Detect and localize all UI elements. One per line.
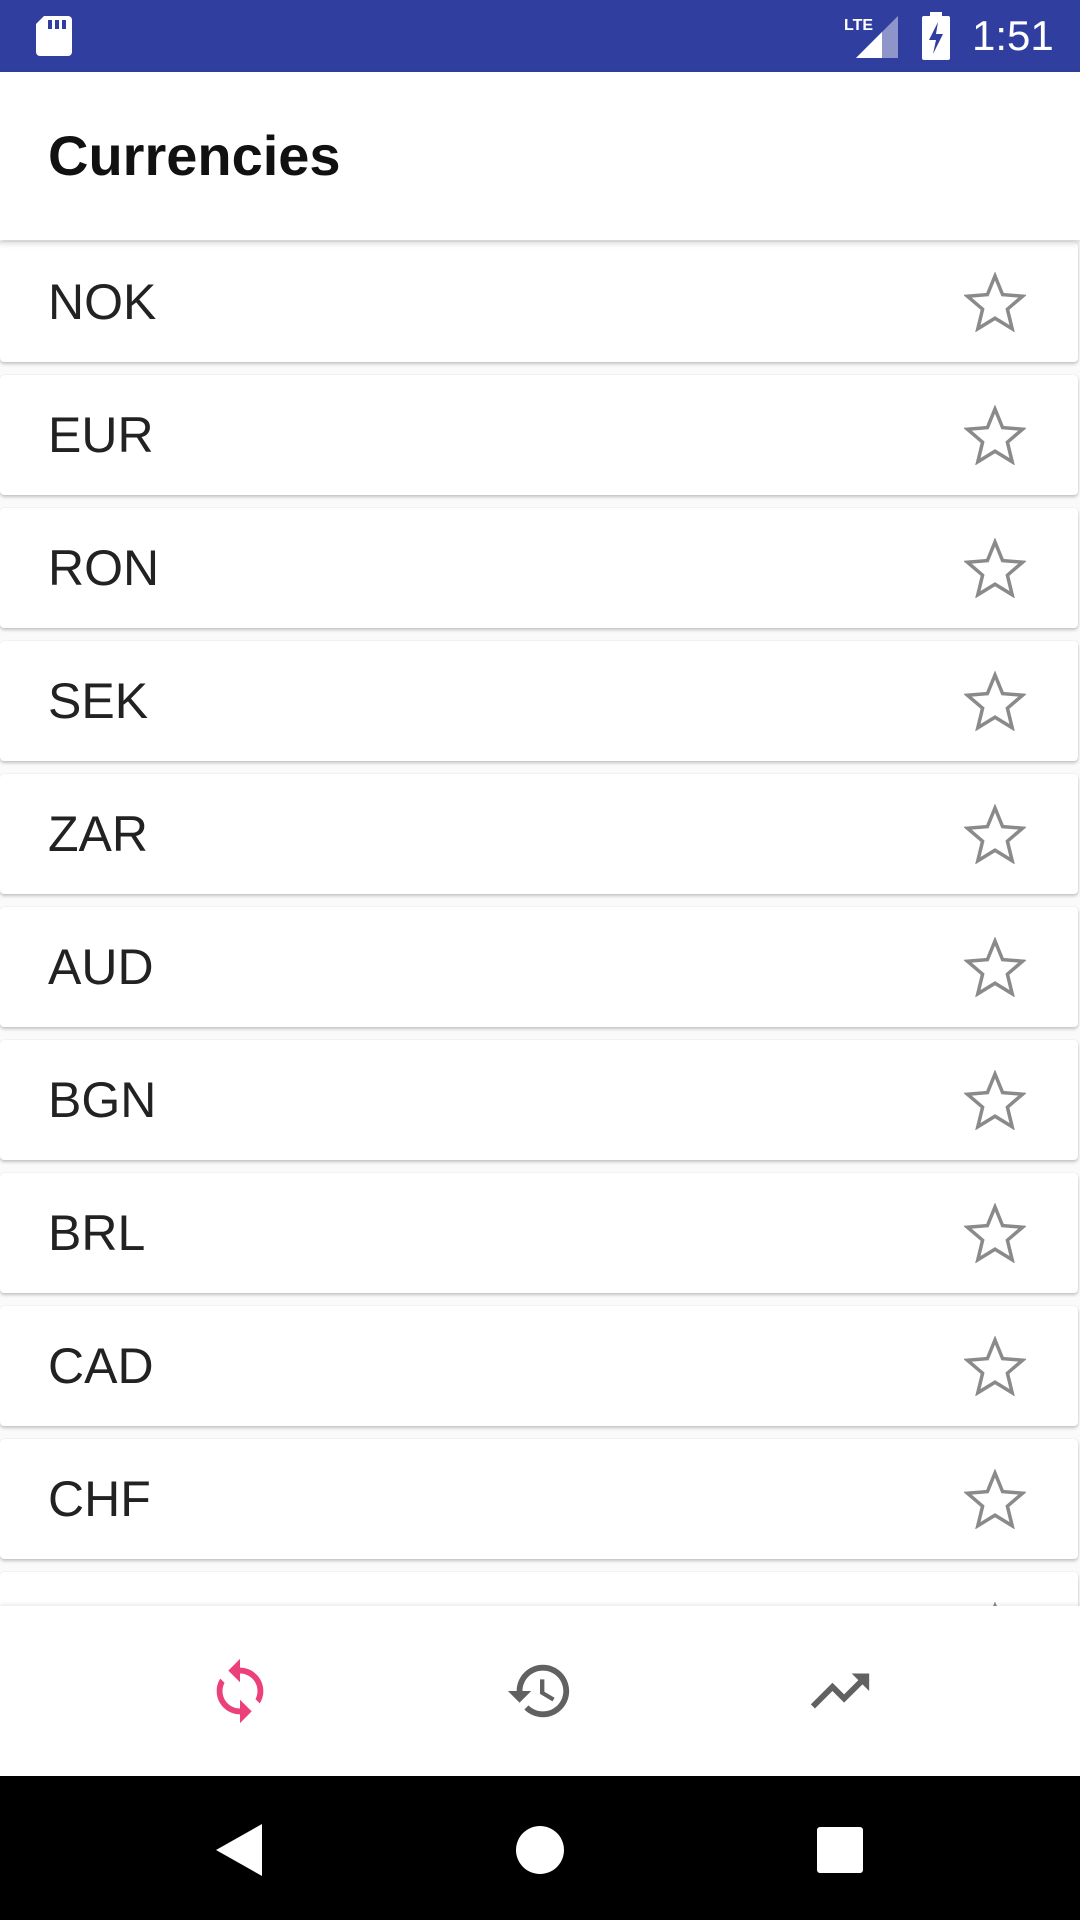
currency-row[interactable]: BRL: [0, 1173, 1078, 1293]
signal-lte-icon: LTE: [844, 16, 898, 58]
favorite-star-icon[interactable]: [964, 937, 1026, 997]
currency-code: RON: [48, 540, 160, 596]
sync-icon: [216, 1658, 264, 1724]
currency-row[interactable]: NOK: [0, 242, 1078, 362]
currency-row[interactable]: CAD: [0, 1306, 1078, 1426]
bottom-navigation: [0, 1606, 1080, 1776]
favorite-star-icon[interactable]: [964, 538, 1026, 598]
app-bar: Currencies: [0, 72, 1080, 240]
back-icon[interactable]: [200, 1810, 280, 1890]
currency-row[interactable]: CHF: [0, 1439, 1078, 1559]
currency-code: BRL: [48, 1205, 146, 1261]
currency-code: CHF: [48, 1471, 151, 1527]
currency-row[interactable]: ZAR: [0, 774, 1078, 894]
recents-icon[interactable]: [800, 1810, 880, 1890]
currency-list[interactable]: NOK EUR RON SEK ZAR AUD BGN BRL CAD CHF: [0, 240, 1080, 1606]
battery-charging-icon: [922, 12, 950, 60]
sd-card-icon: [36, 16, 72, 56]
favorite-star-icon[interactable]: [964, 1203, 1026, 1263]
favorite-star-icon[interactable]: [964, 405, 1026, 465]
favorite-star-icon[interactable]: [964, 272, 1026, 332]
currency-code: NOK: [48, 274, 157, 330]
currency-row[interactable]: RON: [0, 508, 1078, 628]
currency-code: SEK: [48, 673, 149, 729]
currency-code: BGN: [48, 1072, 157, 1128]
page-title: Currencies: [48, 124, 341, 187]
currency-code: AUD: [48, 939, 154, 995]
currency-row[interactable]: EUR: [0, 375, 1078, 495]
lte-label: LTE: [844, 17, 873, 34]
nav-history-button[interactable]: [390, 1606, 690, 1776]
currency-row[interactable]: BGN: [0, 1040, 1078, 1160]
history-icon: [507, 1664, 570, 1718]
favorite-star-icon[interactable]: [964, 804, 1026, 864]
system-navigation-bar: [0, 1776, 1080, 1920]
currency-code: EUR: [48, 407, 154, 463]
favorite-star-icon[interactable]: [964, 671, 1026, 731]
home-icon[interactable]: [500, 1810, 580, 1890]
currency-code: ZAR: [48, 806, 148, 862]
favorite-star-icon[interactable]: [964, 1469, 1026, 1529]
status-bar: LTE 1:51: [0, 0, 1080, 72]
trending-up-icon: [810, 1673, 870, 1709]
currency-row[interactable]: SEK: [0, 641, 1078, 761]
nav-trends-button[interactable]: [690, 1606, 990, 1776]
currency-row[interactable]: AUD: [0, 907, 1078, 1027]
favorite-star-icon[interactable]: [964, 1336, 1026, 1396]
currency-code: CAD: [48, 1338, 154, 1394]
favorite-star-icon[interactable]: [964, 1070, 1026, 1130]
currency-row[interactable]: [0, 1572, 1078, 1606]
nav-convert-button[interactable]: [90, 1606, 390, 1776]
status-clock: 1:51: [972, 12, 1054, 59]
